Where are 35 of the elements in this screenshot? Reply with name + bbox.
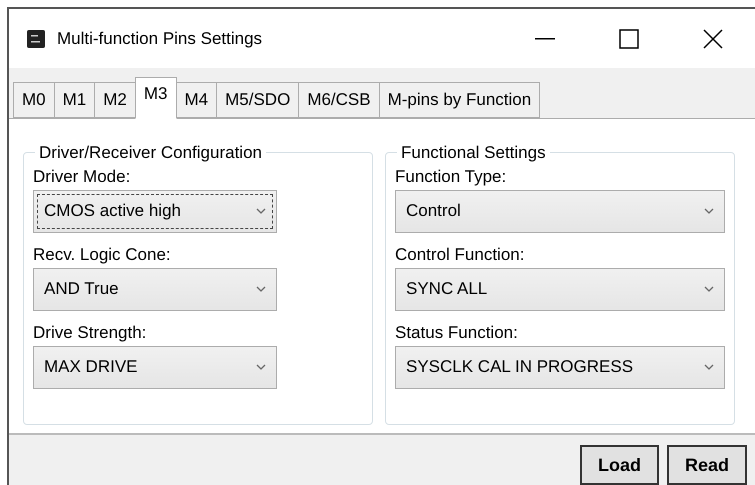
tab[interactable]: M3 (134, 76, 176, 119)
caret-icon (704, 208, 714, 214)
dropdown[interactable]: AND True (33, 268, 277, 311)
read-button[interactable]: Read (666, 445, 747, 485)
tab[interactable]: M6/CSB (298, 82, 380, 118)
tab[interactable]: M4 (176, 82, 218, 118)
group-title: Functional Settings (400, 142, 547, 163)
field-label: Status Function: (395, 322, 519, 343)
dropdown[interactable]: MAX DRIVE (33, 346, 277, 389)
load-button[interactable]: Load (580, 445, 659, 485)
field-label: Function Type: (395, 166, 508, 187)
tab[interactable]: M1 (54, 82, 96, 118)
field-label: Driver Mode: (33, 166, 132, 187)
close-icon (703, 28, 723, 49)
tab[interactable]: M5/SDO (216, 82, 300, 118)
caret-icon (256, 208, 266, 214)
app-icon (27, 30, 45, 48)
group-title: Driver/Receiver Configuration (38, 142, 263, 163)
field-label: Drive Strength: (33, 322, 148, 343)
window-title: Multi-function Pins Settings (57, 28, 264, 49)
minimize-icon (535, 38, 555, 40)
dropdown[interactable]: Control (395, 190, 725, 233)
caret-icon (256, 286, 266, 292)
dropdown[interactable]: SYNC ALL (395, 268, 725, 311)
dropdown[interactable]: CMOS active high (33, 190, 277, 233)
field-label: Control Function: (395, 244, 526, 265)
caret-icon (256, 364, 266, 370)
tab[interactable]: M2 (94, 82, 136, 118)
caret-icon (704, 286, 714, 292)
caret-icon (704, 364, 714, 370)
field-label: Recv. Logic Cone: (33, 244, 172, 265)
dropdown[interactable]: SYSCLK CAL IN PROGRESS (395, 346, 725, 389)
tab[interactable]: M-pins by Function (378, 82, 540, 118)
tab[interactable]: M0 (13, 82, 55, 118)
maximize-icon (619, 28, 639, 49)
